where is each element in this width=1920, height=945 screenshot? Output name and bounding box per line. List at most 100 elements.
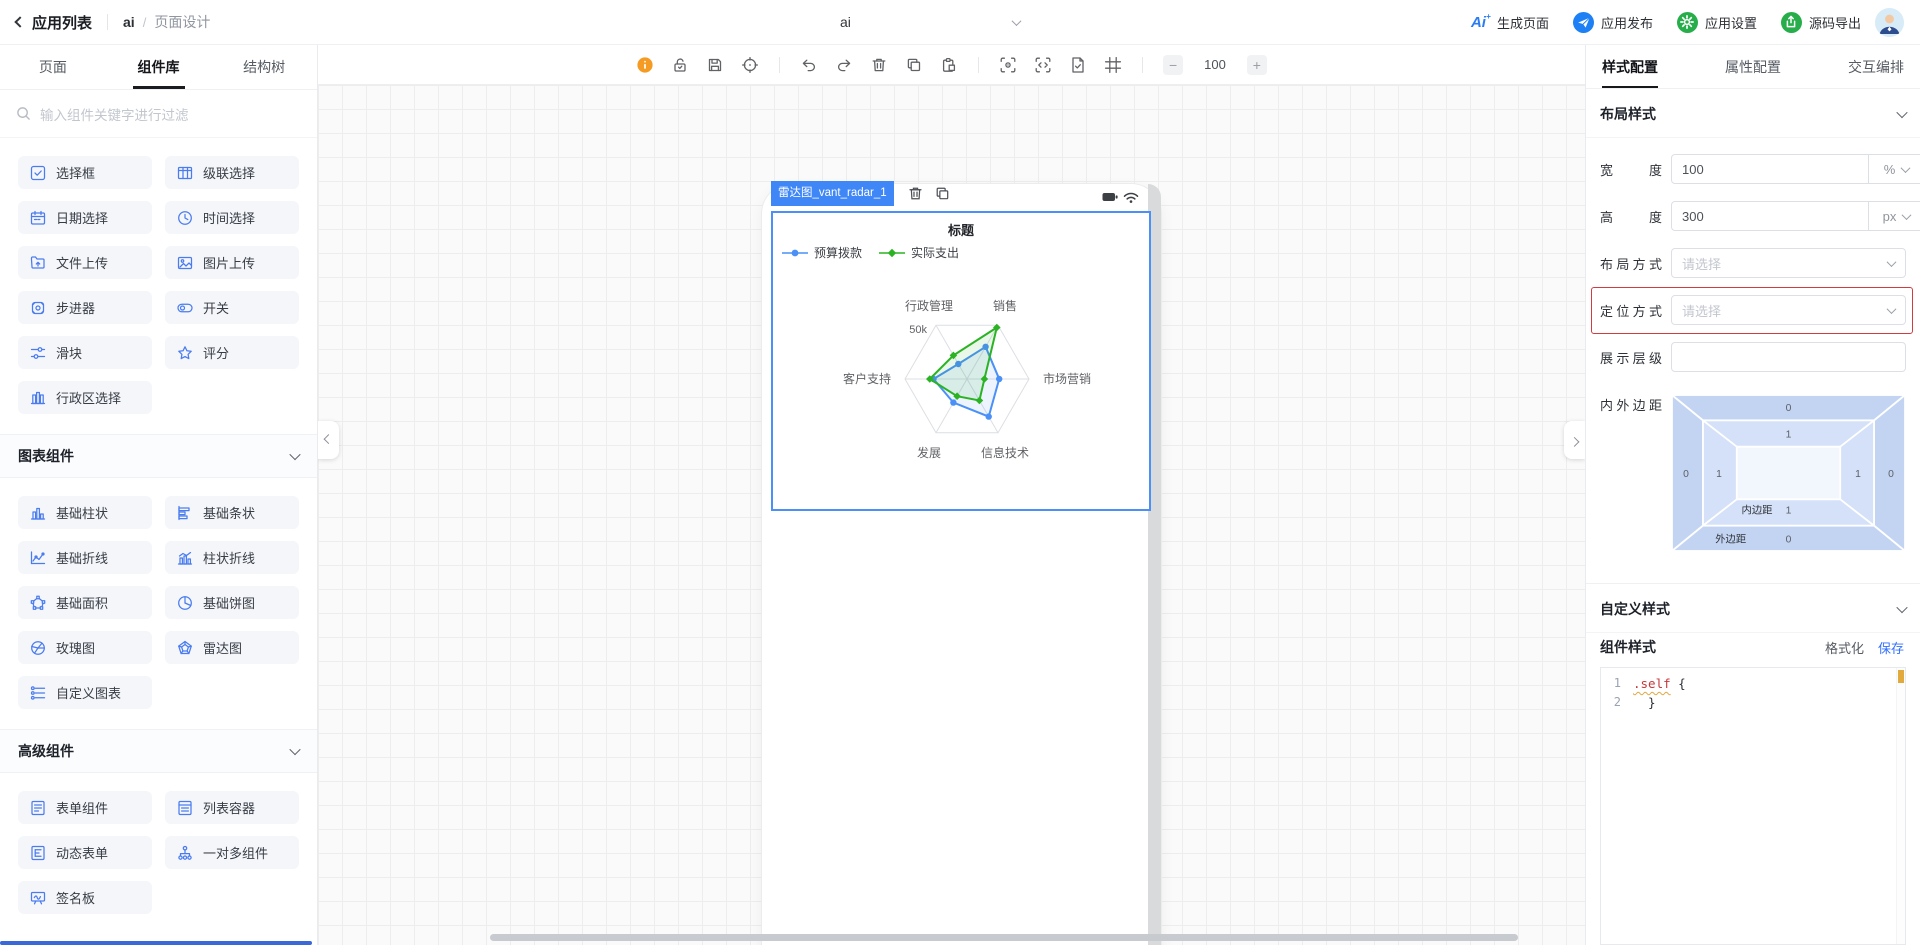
section-header-图表组件[interactable]: 图表组件 bbox=[0, 434, 317, 478]
component-item-list-container[interactable]: 列表容器 bbox=[165, 791, 299, 824]
topbar-action-gear[interactable]: 应用设置 bbox=[1677, 12, 1757, 33]
topbar-action-paper-plane[interactable]: 应用发布 bbox=[1573, 12, 1653, 33]
code-editor[interactable]: 12 .self { } bbox=[1600, 667, 1906, 945]
component-item-hbar-chart[interactable]: 基础条状 bbox=[165, 496, 299, 529]
component-name-tag[interactable]: 雷达图_vant_radar_1 bbox=[771, 181, 894, 206]
component-item-signature[interactable]: 签名板 bbox=[18, 881, 152, 914]
component-item-pie-chart[interactable]: 基础饼图 bbox=[165, 586, 299, 619]
section-title: 图表组件 bbox=[18, 446, 74, 466]
component-item-switch[interactable]: 开关 bbox=[165, 291, 299, 324]
toolbar-undo-button[interactable] bbox=[800, 56, 818, 74]
format-button[interactable]: 格式化 bbox=[1825, 638, 1864, 657]
editor-warning-marker bbox=[1898, 670, 1904, 683]
code-line: .self { bbox=[1633, 674, 1905, 693]
spacing-label: 内外边距 bbox=[1600, 395, 1662, 414]
component-item-radar-chart[interactable]: 雷达图 bbox=[165, 631, 299, 664]
legend-item[interactable]: 实际支出 bbox=[879, 244, 959, 261]
breadcrumb-app[interactable]: ai bbox=[123, 14, 135, 30]
toolbar-info-button[interactable] bbox=[636, 56, 654, 74]
component-search-input[interactable]: 输入组件关键字进行过滤 bbox=[0, 90, 317, 138]
left-tab-结构树[interactable]: 结构树 bbox=[211, 45, 317, 89]
component-item-form[interactable]: 表单组件 bbox=[18, 791, 152, 824]
right-tab-交互编排[interactable]: 交互编排 bbox=[1848, 45, 1904, 88]
toolbar-save-button[interactable] bbox=[706, 56, 724, 74]
toolbar-redo-button[interactable] bbox=[835, 56, 853, 74]
copy-icon bbox=[905, 56, 923, 74]
component-item-star[interactable]: 评分 bbox=[165, 336, 299, 369]
right-tab-样式配置[interactable]: 样式配置 bbox=[1602, 45, 1658, 88]
component-item-label: 行政区选择 bbox=[56, 388, 121, 407]
field-input-宽度[interactable] bbox=[1671, 154, 1869, 184]
left-panel-scrollbar[interactable] bbox=[0, 941, 312, 945]
toolbar-frame-button[interactable] bbox=[1104, 56, 1122, 74]
field-input-展示层级[interactable] bbox=[1671, 342, 1906, 372]
selected-radar-chart-component[interactable]: 标题 预算拨款实际支出 销售市场营销信息技术发展客户支持行政管理50k bbox=[771, 211, 1151, 511]
field-select-定位方式[interactable]: 请选择 bbox=[1671, 295, 1906, 325]
field-select-布局方式[interactable]: 请选择 bbox=[1671, 248, 1906, 278]
component-item-area-chart[interactable]: 基础面积 bbox=[18, 586, 152, 619]
component-item-calendar[interactable]: 日期选择 bbox=[18, 201, 152, 234]
component-item-label: 动态表单 bbox=[56, 843, 108, 862]
component-item-checkbox[interactable]: 选择框 bbox=[18, 156, 152, 189]
component-item-file-upload[interactable]: 文件上传 bbox=[18, 246, 152, 279]
left-tab-页面[interactable]: 页面 bbox=[0, 45, 106, 89]
chevron-down-icon bbox=[289, 744, 300, 755]
editor-line-numbers: 12 bbox=[1601, 668, 1627, 944]
component-item-bar-chart[interactable]: 基础柱状 bbox=[18, 496, 152, 529]
save-button[interactable]: 保存 bbox=[1878, 638, 1904, 657]
unit-select-高度[interactable]: px bbox=[1869, 201, 1920, 231]
left-tab-组件库[interactable]: 组件库 bbox=[106, 45, 212, 89]
component-item-clock[interactable]: 时间选择 bbox=[165, 201, 299, 234]
component-style-title: 组件样式 bbox=[1600, 637, 1656, 657]
delete-component-button[interactable] bbox=[907, 185, 924, 202]
topbar-action-ai-logo[interactable]: Ai+生成页面 bbox=[1471, 13, 1549, 32]
back-button[interactable]: 应用列表 bbox=[16, 12, 92, 33]
target-icon bbox=[741, 56, 759, 74]
legend-item[interactable]: 预算拨款 bbox=[782, 244, 862, 261]
unit-select-宽度[interactable]: % bbox=[1869, 154, 1920, 184]
paper-plane-icon bbox=[1573, 12, 1594, 33]
copy-component-button[interactable] bbox=[934, 185, 951, 202]
wifi-icon bbox=[1123, 191, 1139, 204]
section-header-高级组件[interactable]: 高级组件 bbox=[0, 729, 317, 773]
component-item-stepper[interactable]: 步进器 bbox=[18, 291, 152, 324]
component-item-district[interactable]: 行政区选择 bbox=[18, 381, 152, 414]
component-item-one-to-many[interactable]: 一对多组件 bbox=[165, 836, 299, 869]
canvas-grid[interactable]: 雷达图_vant_radar_1 标题 预算拨款实际支出 销售市场营销信息技术发… bbox=[318, 85, 1585, 945]
component-item-combo-chart[interactable]: 柱状折线 bbox=[165, 541, 299, 574]
toolbar-trash-button[interactable] bbox=[870, 56, 888, 74]
collapse-right-panel-handle[interactable] bbox=[1564, 421, 1585, 459]
box-model-diagram[interactable]: 010110内边距1外边距0 bbox=[1671, 389, 1906, 557]
component-item-slider[interactable]: 滑块 bbox=[18, 336, 152, 369]
component-item-dynamic-form[interactable]: 动态表单 bbox=[18, 836, 152, 869]
component-item-custom-chart[interactable]: 自定义图表 bbox=[18, 676, 152, 709]
right-tab-属性配置[interactable]: 属性配置 bbox=[1725, 45, 1781, 88]
toolbar-doc-check-button[interactable] bbox=[1069, 56, 1087, 74]
topbar-action-export[interactable]: 源码导出 bbox=[1781, 12, 1861, 33]
back-label: 应用列表 bbox=[32, 12, 92, 33]
component-item-cascade[interactable]: 级联选择 bbox=[165, 156, 299, 189]
zoom-in-button[interactable]: + bbox=[1247, 55, 1267, 75]
field-input-高度[interactable] bbox=[1671, 201, 1869, 231]
toolbar-code-scan-button[interactable] bbox=[1034, 56, 1052, 74]
toolbar-copy-button[interactable] bbox=[905, 56, 923, 74]
page-select[interactable]: ai bbox=[840, 0, 1020, 45]
toolbar-unlock-button[interactable] bbox=[671, 56, 689, 74]
toolbar-target-button[interactable] bbox=[741, 56, 759, 74]
component-item-image-upload[interactable]: 图片上传 bbox=[165, 246, 299, 279]
editor-code[interactable]: .self { } bbox=[1627, 668, 1905, 944]
component-item-rose-chart[interactable]: 玫瑰图 bbox=[18, 631, 152, 664]
toolbar-eye-scan-button[interactable] bbox=[999, 56, 1017, 74]
custom-style-section-header[interactable]: 自定义样式 bbox=[1586, 583, 1920, 633]
component-item-line-chart[interactable]: 基础折线 bbox=[18, 541, 152, 574]
toolbar-paste-button[interactable] bbox=[940, 56, 958, 74]
zoom-out-button[interactable]: − bbox=[1163, 55, 1183, 75]
avatar[interactable] bbox=[1875, 8, 1904, 37]
component-item-label: 基础柱状 bbox=[56, 503, 108, 522]
editor-overview-ruler bbox=[1896, 668, 1905, 944]
canvas-horizontal-scrollbar[interactable] bbox=[490, 934, 1518, 941]
switch-icon bbox=[177, 300, 193, 316]
layout-style-section-header[interactable]: 布局样式 bbox=[1586, 89, 1920, 138]
collapse-left-panel-handle[interactable] bbox=[318, 421, 339, 459]
component-item-label: 雷达图 bbox=[203, 638, 242, 657]
